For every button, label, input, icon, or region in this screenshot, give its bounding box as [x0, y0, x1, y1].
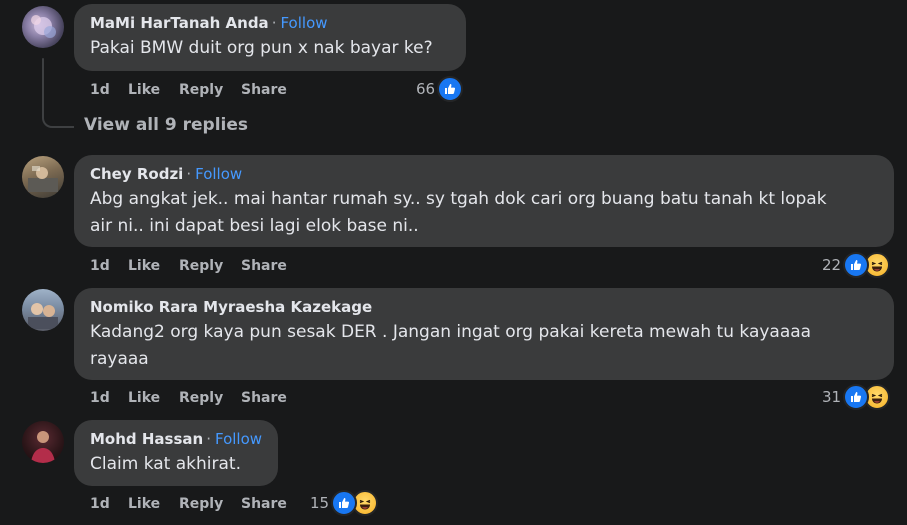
like-icon [437, 76, 464, 102]
avatar-image [28, 166, 58, 192]
reaction-count: 31 [822, 388, 842, 406]
like-button[interactable]: Like [128, 81, 179, 99]
avatar[interactable] [22, 156, 64, 198]
avatar-image [31, 15, 56, 38]
like-button[interactable]: Like [128, 389, 179, 407]
comment-text: Claim kat akhirat. [90, 451, 262, 478]
avatar-image [28, 303, 58, 329]
author-name[interactable]: MaMi HarTanah Anda [90, 14, 269, 32]
separator-dot: · [186, 165, 192, 183]
comment-header: MaMi HarTanah Anda · Follow [90, 13, 450, 33]
timestamp[interactable]: 1d [90, 257, 128, 275]
reply-button[interactable]: Reply [179, 257, 241, 275]
separator-dot: · [206, 430, 211, 448]
reply-button[interactable]: Reply [179, 389, 241, 407]
reaction-count: 22 [822, 256, 842, 274]
comment-text-line: Claim kat akhirat. [90, 454, 241, 474]
comment-actions: 1d Like Reply Share [90, 257, 287, 275]
separator-dot: · [271, 14, 277, 32]
reply-button[interactable]: Reply [179, 81, 241, 99]
share-button[interactable]: Share [241, 257, 287, 275]
reaction-count: 15 [310, 494, 330, 512]
comment-bubble: Nomiko Rara Myraesha Kazekage Kadang2 or… [74, 288, 894, 380]
comment-text-line: Kadang2 org kaya pun sesak DER . Jangan … [90, 322, 812, 342]
reaction-summary[interactable]: 15 [310, 490, 379, 516]
avatar[interactable] [22, 6, 64, 48]
comment-text-line: Pakai BMW duit org pun x nak bayar ke? [90, 38, 433, 58]
comment-text-line: air ni.. ini dapat besi lagi elok base n… [90, 216, 419, 236]
thread-connector [42, 108, 74, 128]
reaction-count: 66 [416, 80, 436, 98]
reply-button[interactable]: Reply [179, 495, 241, 513]
author-name[interactable]: Chey Rodzi [90, 165, 183, 183]
share-button[interactable]: Share [241, 81, 287, 99]
comment-actions: 1d Like Reply Share [90, 389, 287, 407]
comment-text: Abg angkat jek.. mai hantar rumah sy.. s… [90, 186, 878, 240]
timestamp[interactable]: 1d [90, 495, 128, 513]
like-icon [843, 384, 870, 410]
reaction-summary[interactable]: 31 [822, 384, 891, 410]
reaction-summary[interactable]: 22 [822, 252, 891, 278]
timestamp[interactable]: 1d [90, 81, 128, 99]
comment-text-line: Abg angkat jek.. mai hantar rumah sy.. s… [90, 189, 827, 209]
comment-bubble: Mohd Hassan · Follow Claim kat akhirat. [74, 420, 278, 486]
timestamp[interactable]: 1d [90, 389, 128, 407]
follow-link[interactable]: Follow [280, 14, 327, 32]
like-icon [843, 252, 870, 278]
like-icon [331, 490, 358, 516]
comment-actions: 1d Like Reply Share [90, 81, 287, 99]
author-name[interactable]: Nomiko Rara Myraesha Kazekage [90, 298, 372, 316]
comment-actions: 1d Like Reply Share [90, 495, 287, 513]
follow-link[interactable]: Follow [195, 165, 242, 183]
reaction-summary[interactable]: 66 [416, 76, 464, 102]
share-button[interactable]: Share [241, 495, 287, 513]
share-button[interactable]: Share [241, 389, 287, 407]
like-button[interactable]: Like [128, 495, 179, 513]
author-name[interactable]: Mohd Hassan [90, 430, 203, 448]
view-all-replies-link[interactable]: View all 9 replies [84, 115, 248, 135]
avatar[interactable] [22, 421, 64, 463]
like-button[interactable]: Like [128, 257, 179, 275]
comment-header: Chey Rodzi · Follow [90, 164, 878, 184]
follow-link[interactable]: Follow [215, 430, 262, 448]
comment-header: Mohd Hassan · Follow [90, 429, 262, 449]
comment-bubble: MaMi HarTanah Anda · Follow Pakai BMW duit… [74, 4, 466, 71]
comment-text-line: rayaaa [90, 349, 149, 369]
comment-header: Nomiko Rara Myraesha Kazekage [90, 297, 878, 317]
comment-text: Pakai BMW duit org pun x nak bayar ke? [90, 35, 450, 62]
avatar[interactable] [22, 289, 64, 331]
avatar-image [31, 431, 55, 463]
thread-line [42, 58, 44, 110]
comment-bubble: Chey Rodzi · Follow Abg angkat jek.. mai h… [74, 155, 894, 247]
comment-text: Kadang2 org kaya pun sesak DER . Jangan … [90, 319, 878, 373]
